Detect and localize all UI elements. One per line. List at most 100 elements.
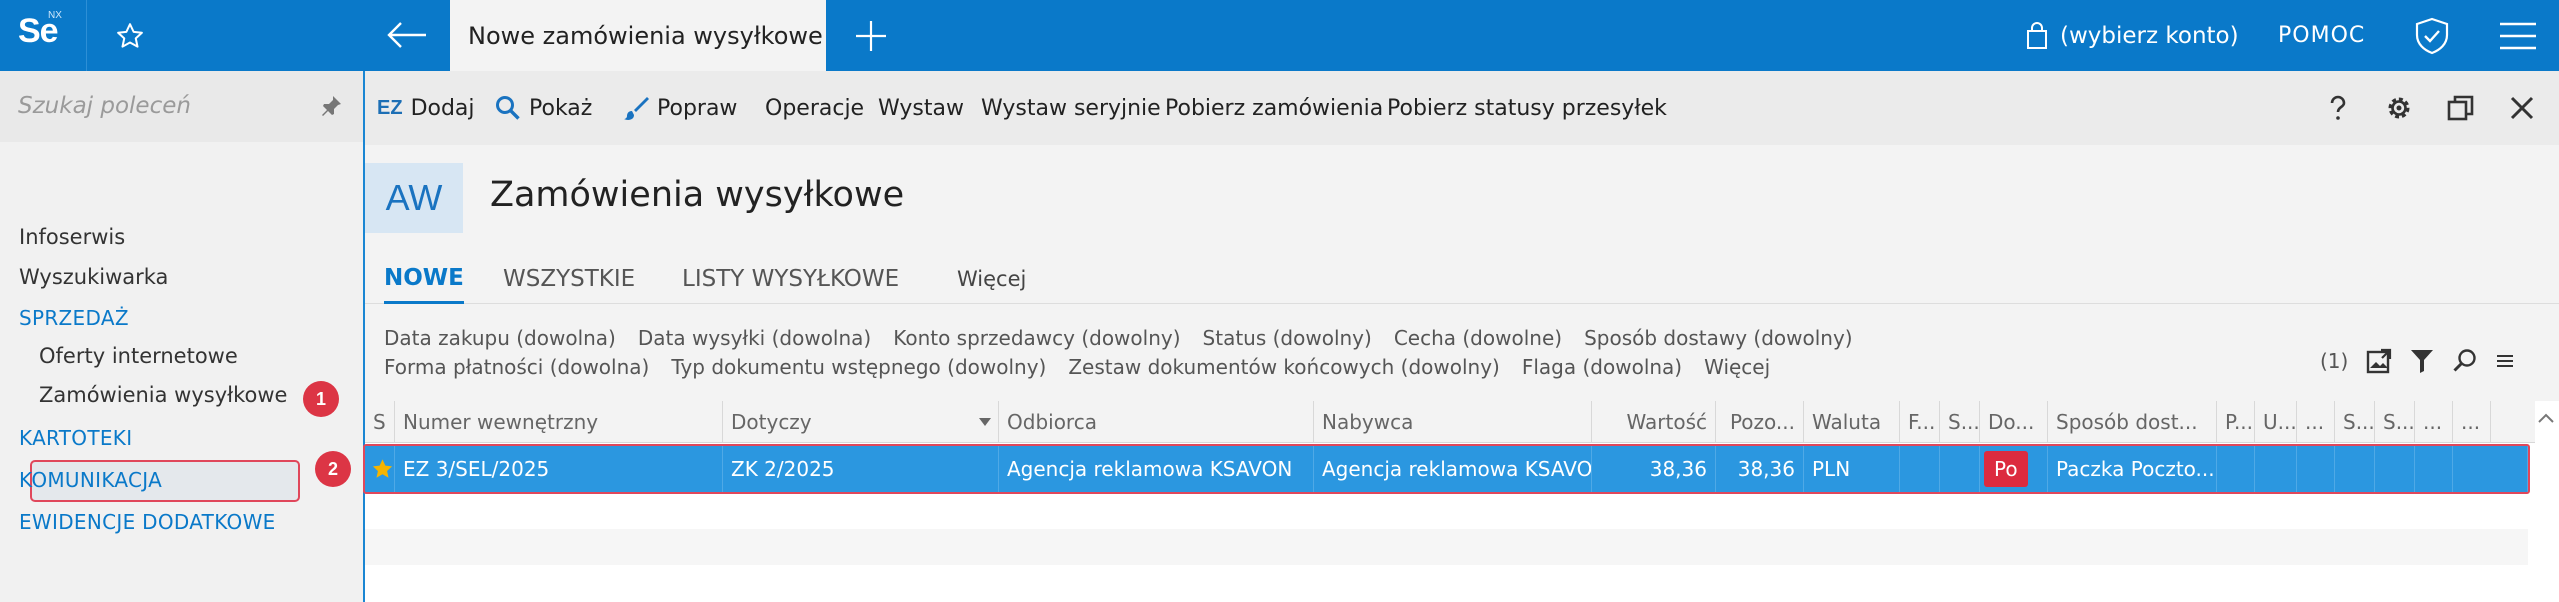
- star-outline-icon: [116, 22, 143, 48]
- orders-grid: S Numer wewnętrzny Dotyczy Odbiorca Naby…: [315, 401, 2559, 602]
- help-label: POMOC: [2278, 23, 2366, 48]
- restore-window-icon[interactable]: [2445, 92, 2477, 124]
- fetch-orders-button[interactable]: Pobierz zamówienia: [1165, 71, 1383, 145]
- add-label: Dodaj: [410, 95, 475, 121]
- issue-button[interactable]: Wystaw: [878, 71, 964, 145]
- close-icon[interactable]: [2506, 92, 2538, 124]
- new-tab-button[interactable]: [836, 8, 906, 64]
- top-bar: Se NX Nowe zamówienia wysyłkowe (wybierz…: [0, 0, 2559, 71]
- col-extra-3[interactable]: ...: [2453, 401, 2491, 443]
- command-search-input[interactable]: [18, 89, 298, 123]
- filter-typ-dokumentu[interactable]: Typ dokumentu wstępnego (dowolny): [671, 355, 1046, 379]
- sidebar-section-kartoteki[interactable]: KARTOTEKI: [19, 426, 132, 450]
- page-title: Zamówienia wysyłkowe: [490, 175, 905, 215]
- filter-line-1: Data zakupu (dowolna) Data wysyłki (dowo…: [384, 326, 1853, 350]
- sidebar-item-wyszukiwarka[interactable]: Wyszukiwarka: [19, 265, 168, 289]
- shield-check-icon[interactable]: [2410, 16, 2454, 56]
- filter-data-wysylki[interactable]: Data wysyłki (dowolna): [638, 326, 871, 350]
- app-window: Se NX Nowe zamówienia wysyłkowe (wybierz…: [0, 0, 2559, 602]
- filter-data-zakupu[interactable]: Data zakupu (dowolna): [384, 326, 616, 350]
- operations-button[interactable]: Operacje: [765, 71, 864, 145]
- favorites-button[interactable]: [86, 0, 172, 71]
- app-logo[interactable]: Se NX: [0, 0, 86, 71]
- edit-label: Popraw: [657, 95, 738, 121]
- account-label: (wybierz konto): [2060, 22, 2239, 49]
- tab-nowe-zamowienia[interactable]: Nowe zamówienia wysyłkowe: [450, 0, 826, 71]
- col-dotyczy[interactable]: Dotyczy: [723, 401, 999, 443]
- filter-status[interactable]: Status (dowolny): [1203, 326, 1372, 350]
- plus-icon: [856, 21, 886, 51]
- help-question-icon[interactable]: [2322, 92, 2354, 124]
- fetch-statuses-button[interactable]: Pobierz statusy przesyłek: [1387, 71, 1667, 145]
- tab-wiecej[interactable]: Więcej: [957, 254, 1026, 304]
- tab-nowe[interactable]: NOWE: [384, 254, 464, 304]
- col-sposob-dostawy[interactable]: Sposób dost...: [2048, 401, 2217, 443]
- col-waluta[interactable]: Waluta: [1804, 401, 1900, 443]
- col-s[interactable]: S: [365, 401, 395, 443]
- filter-flaga[interactable]: Flaga (dowolna): [1522, 355, 1682, 379]
- col-numer-wewnetrzny[interactable]: Numer wewnętrzny: [395, 401, 723, 443]
- col-extra-2[interactable]: ...: [2415, 401, 2453, 443]
- list-menu-icon[interactable]: [2496, 351, 2514, 371]
- settings-gear-icon[interactable]: [2383, 92, 2415, 124]
- operations-label: Operacje: [765, 95, 865, 121]
- sidebar-item-oferty-internetowe[interactable]: Oferty internetowe: [39, 344, 238, 368]
- export-image-icon[interactable]: [2366, 348, 2392, 374]
- col-nabywca[interactable]: Nabywca: [1314, 401, 1592, 443]
- fetch-orders-label: Pobierz zamówienia: [1165, 95, 1384, 121]
- filter-cecha[interactable]: Cecha (dowolne): [1394, 326, 1562, 350]
- col-s3[interactable]: S...: [2335, 401, 2375, 443]
- edit-button[interactable]: Popraw: [623, 71, 737, 145]
- col-pozostalo[interactable]: Pozo...: [1716, 401, 1804, 443]
- tab-listy-wysylkowe[interactable]: LISTY WYSYŁKOWE: [682, 254, 899, 304]
- row-highlight-outline: [363, 444, 2530, 494]
- col-wartosc[interactable]: Wartość: [1592, 401, 1716, 443]
- sidebar-section-sprzedaz[interactable]: SPRZEDAŻ: [19, 306, 129, 330]
- scroll-up-icon[interactable]: [2537, 409, 2555, 427]
- col-u[interactable]: U...: [2255, 401, 2297, 443]
- grid-tools: (1): [2320, 348, 2514, 374]
- sidebar-item-infoserwis[interactable]: Infoserwis: [19, 225, 125, 249]
- sidebar-item-zamowienia-wysylkowe[interactable]: Zamówienia wysyłkowe: [39, 383, 287, 407]
- sort-desc-icon: [979, 418, 991, 426]
- col-s2[interactable]: S...: [1940, 401, 1980, 443]
- sidebar-section-komunikacja[interactable]: KOMUNIKACJA: [19, 468, 162, 492]
- filter-sposob-dostawy[interactable]: Sposób dostawy (dowolny): [1584, 326, 1853, 350]
- filter-konto-sprzedawcy[interactable]: Konto sprzedawcy (dowolny): [893, 326, 1180, 350]
- help-button[interactable]: POMOC: [2278, 0, 2365, 71]
- col-odbiorca[interactable]: Odbiorca: [999, 401, 1314, 443]
- col-p[interactable]: P...: [2217, 401, 2255, 443]
- sidebar-section-ewidencje-dodatkowe[interactable]: EWIDENCJE DODATKOWE: [19, 510, 276, 534]
- filter-zestaw-dokumentow[interactable]: Zestaw dokumentów końcowych (dowolny): [1068, 355, 1500, 379]
- col-dotyczy-label: Dotyczy: [731, 410, 812, 434]
- ez-icon: EZ: [377, 96, 403, 119]
- filter-icon[interactable]: [2410, 348, 2434, 374]
- tab-title: Nowe zamówienia wysyłkowe: [468, 21, 823, 50]
- filter-wiecej[interactable]: Więcej: [1704, 355, 1770, 379]
- grid-header: S Numer wewnętrzny Dotyczy Odbiorca Naby…: [365, 401, 2535, 443]
- page-header: AW Zamówienia wysyłkowe: [365, 145, 2559, 267]
- hamburger-menu-icon[interactable]: [2496, 18, 2540, 54]
- arrow-left-icon: [387, 22, 426, 48]
- add-button[interactable]: EZ Dodaj: [377, 71, 475, 145]
- back-button[interactable]: [372, 10, 442, 60]
- filter-forma-platnosci[interactable]: Forma płatności (dowolna): [384, 355, 649, 379]
- issue-serial-button[interactable]: Wystaw seryjnie: [981, 71, 1161, 145]
- col-f[interactable]: F...: [1900, 401, 1940, 443]
- account-selector[interactable]: (wybierz konto): [2026, 0, 2239, 71]
- col-dokument[interactable]: Do...: [1980, 401, 2048, 443]
- col-s4[interactable]: S...: [2375, 401, 2415, 443]
- issue-serial-label: Wystaw seryjnie: [981, 95, 1161, 121]
- empty-row: [365, 529, 2528, 565]
- search-grid-icon[interactable]: [2452, 348, 2478, 374]
- toolbar: EZ Dodaj Pokaż Popraw Operacje Wystaw Wy…: [365, 71, 2559, 145]
- brush-icon: [624, 97, 649, 120]
- search-icon: [496, 96, 520, 120]
- filter-line-2: Forma płatności (dowolna) Typ dokumentu …: [384, 355, 1770, 379]
- pin-icon[interactable]: [318, 93, 344, 119]
- fetch-statuses-label: Pobierz statusy przesyłek: [1387, 95, 1667, 121]
- view-tabs: NOWE WSZYSTKIE LISTY WYSYŁKOWE Więcej: [365, 254, 2559, 304]
- show-button[interactable]: Pokaż: [495, 71, 592, 145]
- tab-wszystkie[interactable]: WSZYSTKIE: [503, 254, 635, 304]
- col-extra-1[interactable]: ...: [2297, 401, 2335, 443]
